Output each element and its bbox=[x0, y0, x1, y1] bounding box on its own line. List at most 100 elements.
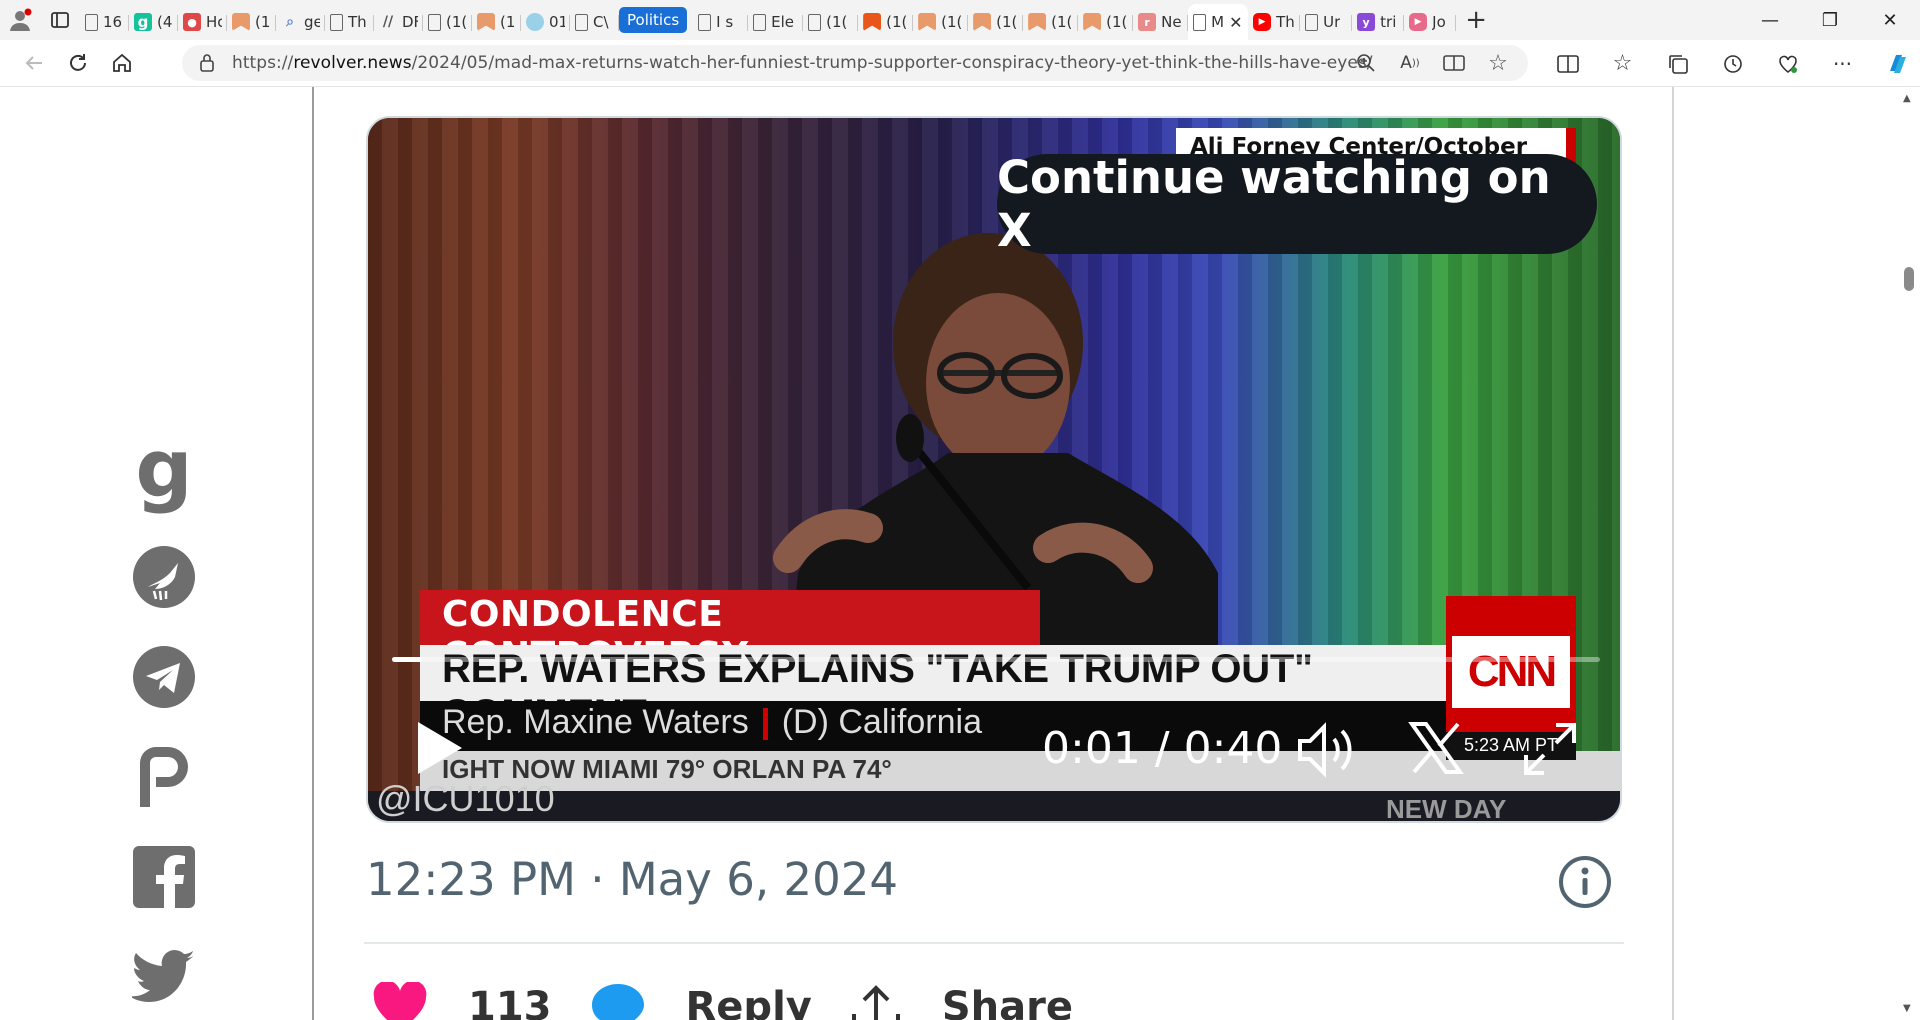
tab[interactable]: ⌕ ge bbox=[276, 6, 325, 38]
close-tab-icon[interactable]: ✕ bbox=[1229, 13, 1242, 32]
split-screen-icon[interactable] bbox=[1540, 40, 1595, 87]
reply-button[interactable]: Reply bbox=[590, 982, 812, 1020]
reply-bubble-icon bbox=[591, 984, 644, 1020]
tab[interactable]: ▶ Th bbox=[1248, 6, 1301, 38]
tab-actions-icon[interactable] bbox=[40, 0, 80, 40]
tab-title: I s bbox=[716, 13, 734, 31]
doc-icon bbox=[1193, 13, 1207, 31]
tweet-timestamp[interactable]: 12:23 PM · May 6, 2024 bbox=[366, 853, 898, 906]
bookmark-icon bbox=[1028, 13, 1047, 31]
back-button[interactable] bbox=[12, 43, 56, 83]
circle-icon bbox=[526, 13, 544, 31]
tab[interactable]: g (4 bbox=[129, 6, 178, 38]
watermark-handle: @ICU1010 bbox=[376, 778, 555, 819]
tab[interactable]: (1( bbox=[472, 6, 521, 38]
tab-active[interactable]: M ✕ bbox=[1188, 4, 1249, 40]
tab-title: (1( bbox=[1106, 13, 1128, 31]
tab[interactable]: Th bbox=[325, 6, 374, 38]
tab-title: 01 bbox=[549, 13, 565, 31]
profile-avatar-icon[interactable] bbox=[0, 0, 40, 40]
share-label: Share bbox=[941, 984, 1073, 1020]
tab[interactable]: (1( bbox=[968, 6, 1024, 38]
tab[interactable]: (1( bbox=[227, 6, 276, 38]
collections-icon[interactable] bbox=[1650, 40, 1705, 87]
scroll-up-icon[interactable]: ▲ bbox=[1903, 93, 1911, 104]
tab[interactable]: (1( bbox=[913, 6, 969, 38]
gab-icon[interactable] bbox=[131, 527, 197, 627]
tab[interactable]: C\ bbox=[570, 6, 619, 38]
home-button[interactable] bbox=[100, 43, 144, 83]
more-menu-icon[interactable]: ··· bbox=[1815, 40, 1870, 87]
tab-title: Hc bbox=[206, 13, 222, 31]
read-aloud-icon[interactable]: A)) bbox=[1390, 45, 1430, 81]
scroll-down-icon[interactable]: ▼ bbox=[1903, 1003, 1911, 1014]
lower-third-topic: CONDOLENCE CONTROVERSY bbox=[420, 590, 1040, 676]
close-window-button[interactable]: ✕ bbox=[1860, 0, 1920, 40]
restore-button[interactable]: ❐ bbox=[1800, 0, 1860, 40]
new-tab-button[interactable]: + bbox=[1456, 0, 1496, 40]
tab[interactable]: (1( bbox=[423, 6, 472, 38]
tab-title: (1( bbox=[500, 13, 516, 31]
url-text[interactable]: https://revolver.news/2024/05/mad-max-re… bbox=[232, 53, 1373, 73]
tab-title: (1( bbox=[886, 13, 908, 31]
zoom-icon[interactable] bbox=[1346, 45, 1386, 81]
tab[interactable]: (1( bbox=[858, 6, 914, 38]
like-button[interactable]: 113 bbox=[372, 982, 552, 1020]
page-scrollbar[interactable]: ▲ ▼ bbox=[1898, 87, 1920, 1020]
favorites-icon[interactable]: ☆ bbox=[1595, 40, 1650, 87]
tab[interactable]: ▶ Jo bbox=[1404, 6, 1457, 38]
tab[interactable]: ● Hc bbox=[178, 6, 227, 38]
browser-essentials-icon[interactable] bbox=[1760, 40, 1815, 87]
tab[interactable]: (1( bbox=[803, 6, 859, 38]
browser-toolbar: https://revolver.news/2024/05/mad-max-re… bbox=[0, 40, 1920, 87]
tab-title: (1( bbox=[941, 13, 963, 31]
history-icon[interactable] bbox=[1705, 40, 1760, 87]
fullscreen-icon[interactable] bbox=[1522, 721, 1578, 777]
tab[interactable]: 01 bbox=[521, 6, 570, 38]
video-progress-bar[interactable] bbox=[392, 657, 1600, 662]
video-player[interactable]: Ali Forney Center/October 13 Continue wa… bbox=[366, 116, 1622, 823]
social-share-bar: g bbox=[131, 427, 197, 1020]
tab[interactable]: Ur bbox=[1300, 6, 1353, 38]
tab[interactable]: // DF bbox=[374, 6, 423, 38]
tab[interactable]: I s bbox=[693, 6, 749, 38]
info-icon[interactable] bbox=[1558, 855, 1612, 909]
bookmark-icon bbox=[1083, 13, 1102, 31]
immersive-reader-icon[interactable] bbox=[1434, 45, 1474, 81]
gettr-icon[interactable]: g bbox=[131, 427, 197, 527]
tab-title: Jo bbox=[1432, 13, 1446, 31]
tab[interactable]: r Ne bbox=[1133, 6, 1189, 38]
bookmark-icon bbox=[918, 13, 937, 31]
tab-title: (1( bbox=[1051, 13, 1073, 31]
tab-title: (1( bbox=[996, 13, 1018, 31]
copilot-icon[interactable] bbox=[1870, 40, 1920, 87]
minimize-button[interactable]: — bbox=[1740, 0, 1800, 40]
share-button[interactable]: Share bbox=[850, 982, 1073, 1020]
tab[interactable]: Ele bbox=[748, 6, 804, 38]
x-logo-icon[interactable] bbox=[1408, 720, 1464, 776]
scroll-thumb[interactable] bbox=[1904, 267, 1914, 291]
bookmark-icon bbox=[232, 13, 250, 31]
address-bar[interactable]: https://revolver.news/2024/05/mad-max-re… bbox=[182, 45, 1528, 81]
tab-group-politics[interactable]: Politics bbox=[619, 7, 688, 33]
tab[interactable]: y tri bbox=[1352, 6, 1405, 38]
telegram-icon[interactable] bbox=[131, 627, 197, 727]
tab[interactable]: 16 bbox=[80, 6, 129, 38]
video-progress-fill bbox=[392, 657, 423, 662]
parler-icon[interactable] bbox=[131, 727, 197, 827]
bookmark-icon bbox=[863, 13, 882, 31]
facebook-icon[interactable] bbox=[131, 827, 197, 927]
favorite-star-icon[interactable]: ☆ bbox=[1478, 45, 1518, 81]
continue-watching-button[interactable]: Continue watching on X bbox=[997, 151, 1597, 257]
doc-icon bbox=[753, 13, 767, 31]
refresh-button[interactable] bbox=[56, 43, 100, 83]
tab-title: (1( bbox=[446, 13, 467, 31]
tab[interactable]: (1( bbox=[1023, 6, 1079, 38]
lock-icon[interactable] bbox=[182, 53, 232, 73]
bookmark-icon bbox=[477, 13, 495, 31]
twitter-bird-icon[interactable] bbox=[131, 927, 197, 1020]
tab[interactable]: (1( bbox=[1078, 6, 1134, 38]
tab-title: 16 bbox=[103, 13, 123, 31]
play-button[interactable] bbox=[414, 720, 464, 776]
volume-icon[interactable] bbox=[1296, 721, 1358, 779]
